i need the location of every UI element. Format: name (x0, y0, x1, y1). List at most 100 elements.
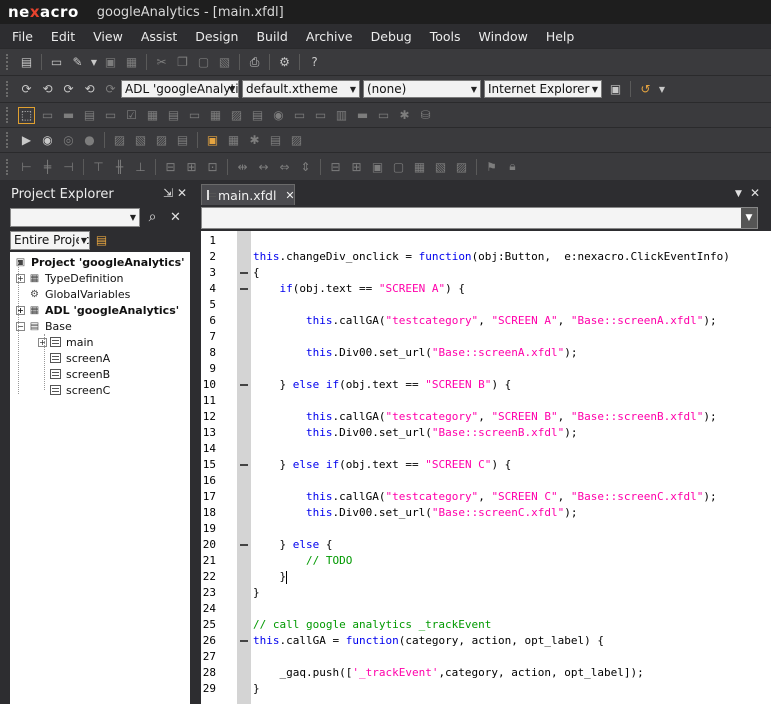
grid-component-icon[interactable]: ▦ (144, 107, 161, 124)
plugin-component-icon[interactable]: ✱ (396, 107, 413, 124)
code-line[interactable]: 5 (201, 297, 771, 313)
copy-icon[interactable]: ❐ (174, 54, 191, 71)
tab-main-xfdl[interactable]: main.xfdl ✕ (201, 184, 295, 205)
center-v-icon[interactable]: ⊞ (348, 158, 365, 175)
same-width-icon[interactable]: ⊟ (162, 158, 179, 175)
filter-options-icon[interactable]: ▤ (93, 232, 110, 249)
code-line[interactable]: 7 (201, 329, 771, 345)
new-file-icon[interactable]: ✎ (69, 54, 86, 71)
code-line[interactable]: 24 (201, 601, 771, 617)
maskedit-component-icon[interactable]: ▭ (186, 107, 203, 124)
rebuild-icon[interactable]: ⟲ (39, 81, 56, 98)
editor-close-icon[interactable]: ✕ (750, 186, 760, 200)
tree-item[interactable]: ⚙ GlobalVariables (16, 286, 130, 302)
save-icon[interactable]: ▣ (102, 54, 119, 71)
clear-search-icon[interactable]: ✕ (167, 209, 184, 226)
dataset-component-icon[interactable]: ⛁ (417, 107, 434, 124)
save-all-icon[interactable]: ▦ (123, 54, 140, 71)
image-component-icon[interactable]: ▨ (228, 107, 245, 124)
checkbox-component-icon[interactable]: ☑ (123, 107, 140, 124)
paste-icon[interactable]: ▢ (195, 54, 212, 71)
new-project-icon[interactable]: ▤ (18, 54, 35, 71)
order-icon[interactable]: ▨ (453, 158, 470, 175)
script-icon[interactable]: ▦ (225, 132, 242, 149)
step-icon[interactable]: ◉ (39, 132, 56, 149)
tree-item[interactable]: + ▦ TypeDefinition (16, 270, 124, 286)
search-icon[interactable]: ⌕ (144, 209, 161, 226)
print-icon[interactable]: ⎙ (246, 54, 263, 71)
code-line[interactable]: 2 this.changeDiv_onclick = function(obj:B… (201, 249, 771, 265)
quick-view-icon[interactable]: ▣ (607, 81, 624, 98)
browser-combo[interactable]: Internet Explorer ▼ (484, 80, 602, 98)
tree-item[interactable]: ▣ Project 'googleAnalytics' (14, 254, 185, 270)
code-line[interactable]: 15 } else if(obj.text == "SCREEN C") { (201, 457, 771, 473)
menu-help[interactable]: Help (544, 27, 577, 46)
help-icon[interactable]: ? (306, 54, 323, 71)
palette-icon[interactable]: ▣ (204, 132, 221, 149)
bring-front-icon[interactable]: ▣ (369, 158, 386, 175)
align-center-icon[interactable]: ╪ (39, 158, 56, 175)
h-space-increase-icon[interactable]: ↔ (255, 158, 272, 175)
tree-item[interactable]: screenC (38, 382, 110, 398)
generate-icon[interactable]: ⟳ (60, 81, 77, 98)
toolbar-grip[interactable] (6, 81, 10, 97)
code-line[interactable]: 11 (201, 393, 771, 409)
code-line[interactable]: 21 // TODO (201, 553, 771, 569)
project-search-input[interactable]: ▼ (10, 207, 140, 227)
menu-archive[interactable]: Archive (304, 27, 355, 46)
code-line[interactable]: 14 (201, 441, 771, 457)
align-right-icon[interactable]: ⊣ (60, 158, 77, 175)
code-line[interactable]: 3{ (201, 265, 771, 281)
tab-close-icon[interactable]: ✕ (285, 189, 294, 202)
code-line[interactable]: 1 (201, 233, 771, 249)
dialog-icon[interactable]: ▧ (132, 132, 149, 149)
align-left-icon[interactable]: ⊢ (18, 158, 35, 175)
tools-icon[interactable]: ✱ (246, 132, 263, 149)
code-line[interactable]: 13 this.Div00.set_url("Base::screenB.xfd… (201, 425, 771, 441)
function-navigation-combo[interactable]: ▼ (201, 207, 758, 229)
combo-component-icon[interactable]: ▭ (312, 107, 329, 124)
fold-marker-icon[interactable] (240, 544, 248, 546)
menu-assist[interactable]: Assist (139, 27, 179, 46)
menu-file[interactable]: File (10, 27, 35, 46)
ungroup-icon[interactable]: ▧ (432, 158, 449, 175)
tree-item[interactable]: screenB (38, 366, 110, 382)
listbox-component-icon[interactable]: ▤ (249, 107, 266, 124)
export-icon[interactable]: ▤ (267, 132, 284, 149)
group-icon[interactable]: ▦ (411, 158, 428, 175)
menu-view[interactable]: View (91, 27, 125, 46)
progress-component-icon[interactable]: ▭ (375, 107, 392, 124)
dropdown-arrow-icon[interactable]: ▼ (658, 81, 666, 98)
fold-marker-icon[interactable] (240, 464, 248, 466)
fold-marker-icon[interactable] (240, 272, 248, 274)
static-component-icon[interactable]: ▭ (39, 107, 56, 124)
h-spacing-icon[interactable]: ⇹ (234, 158, 251, 175)
h-space-decrease-icon[interactable]: ⇔ (276, 158, 293, 175)
code-line[interactable]: 4 if(obj.text == "SCREEN A") { (201, 281, 771, 297)
toolbar-grip[interactable] (6, 107, 10, 123)
menu-component-icon[interactable]: ▬ (354, 107, 371, 124)
v-spacing-icon[interactable]: ⇕ (297, 158, 314, 175)
code-line[interactable]: 12 this.callGA("testcategory", "SCREEN B… (201, 409, 771, 425)
edit-component-icon[interactable]: ▭ (102, 107, 119, 124)
none-combo[interactable]: (none) ▼ (363, 80, 481, 98)
button-component-icon[interactable]: ▬ (60, 107, 77, 124)
page-icon[interactable]: ▤ (174, 132, 191, 149)
tab-list-dropdown-icon[interactable]: ▼ (735, 189, 742, 199)
code-line[interactable]: 28 _gaq.push(['_trackEvent',category, ac… (201, 665, 771, 681)
dropdown-arrow-icon[interactable]: ▼ (90, 54, 98, 71)
refresh-icon[interactable]: ⟳ (102, 81, 119, 98)
tree-item[interactable]: + main (38, 334, 93, 350)
close-icon[interactable]: ✕ (177, 186, 187, 200)
code-line[interactable]: 27 (201, 649, 771, 665)
theme-combo[interactable]: default.xtheme ▼ (242, 80, 360, 98)
stop-icon[interactable]: ● (81, 132, 98, 149)
align-top-icon[interactable]: ⊤ (90, 158, 107, 175)
menu-debug[interactable]: Debug (369, 27, 414, 46)
send-back-icon[interactable]: ▢ (390, 158, 407, 175)
toolbar-grip[interactable] (6, 54, 10, 70)
tab-order-icon[interactable]: ⚑ (483, 158, 500, 175)
generate-all-icon[interactable]: ⟲ (81, 81, 98, 98)
center-h-icon[interactable]: ⊟ (327, 158, 344, 175)
launch-icon[interactable]: ↺ (637, 81, 654, 98)
